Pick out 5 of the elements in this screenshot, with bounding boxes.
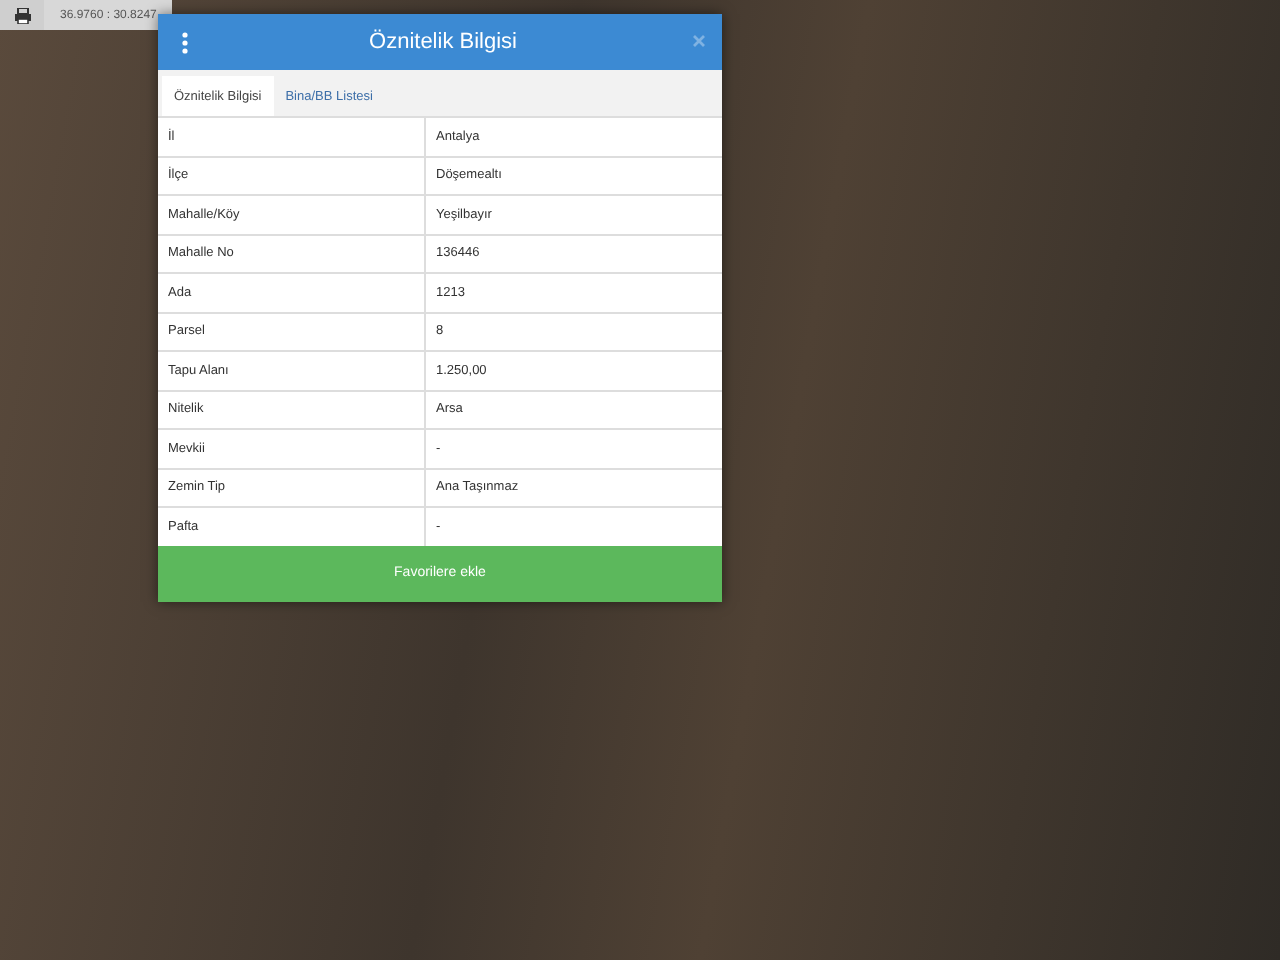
close-icon: [692, 34, 706, 48]
print-button[interactable]: [0, 0, 44, 30]
printer-icon: [13, 7, 31, 23]
vertical-dots-icon: [181, 31, 187, 53]
panel-title: Öznitelik Bilgisi: [367, 30, 519, 54]
